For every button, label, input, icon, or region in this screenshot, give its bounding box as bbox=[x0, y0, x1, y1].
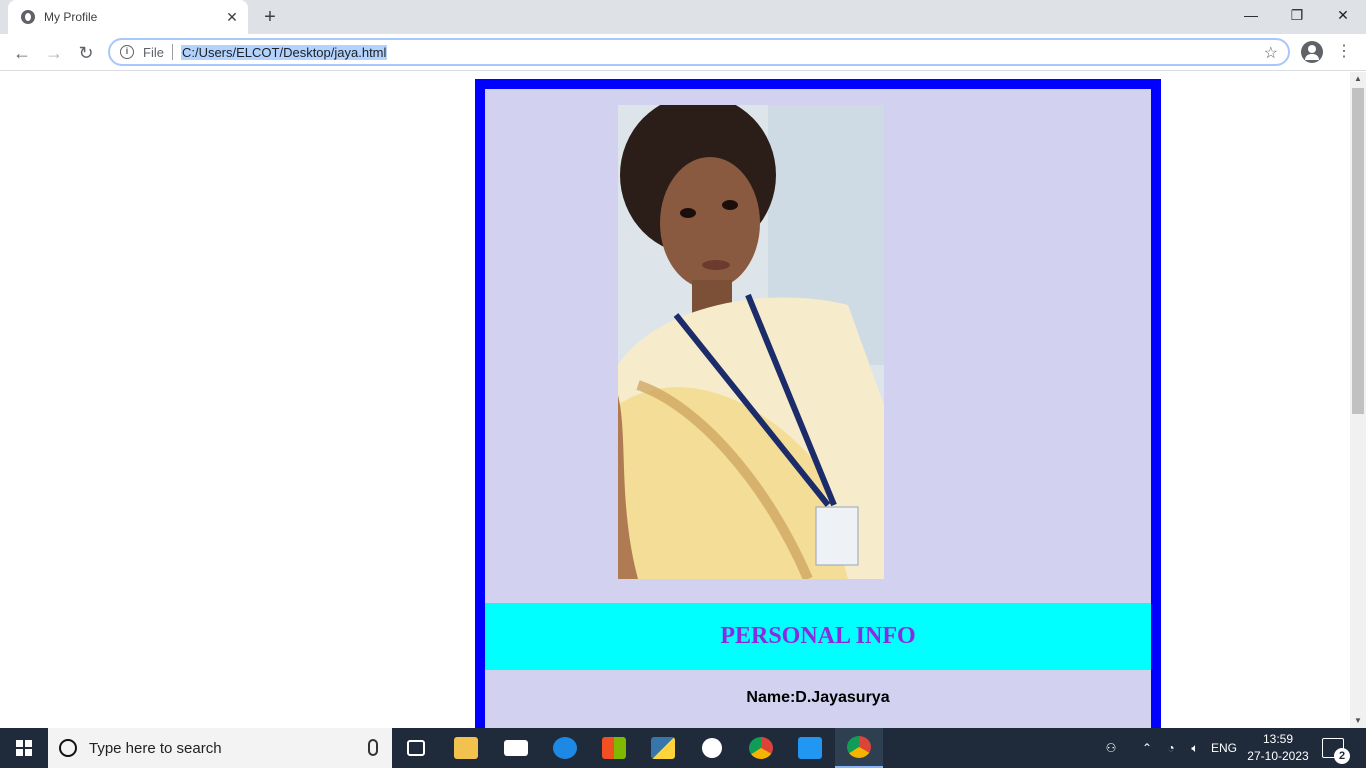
forward-button[interactable]: → bbox=[41, 40, 67, 66]
profile-photo bbox=[618, 105, 884, 579]
search-placeholder: Type here to search bbox=[89, 739, 222, 757]
scroll-down-icon[interactable]: ▼ bbox=[1350, 714, 1366, 728]
clock-time: 13:59 bbox=[1262, 732, 1294, 746]
microphone-icon[interactable] bbox=[368, 739, 378, 756]
scrollbar-thumb[interactable] bbox=[1352, 88, 1364, 414]
notification-center-icon[interactable]: 2 bbox=[1322, 738, 1350, 764]
profile-card: PERSONAL INFO Name:D.Jayasurya bbox=[475, 79, 1161, 728]
bookmark-star-icon[interactable]: ☆ bbox=[1264, 43, 1278, 63]
chrome-active-icon[interactable] bbox=[835, 728, 883, 768]
tab-title: My Profile bbox=[44, 10, 98, 24]
tab-strip: My Profile ✕ + — ❐ ✕ bbox=[0, 0, 1366, 34]
vscode-icon[interactable] bbox=[786, 728, 834, 768]
tab-my-profile[interactable]: My Profile ✕ bbox=[8, 0, 248, 34]
settings-icon[interactable] bbox=[688, 728, 736, 768]
windows-taskbar: Type here to search ⚇ ⌃ ◔ 🔈︎ ENG 13:59 2… bbox=[0, 728, 1366, 768]
vertical-scrollbar[interactable]: ▲ ▼ bbox=[1350, 72, 1366, 728]
people-icon[interactable]: ⚇ bbox=[1100, 728, 1122, 768]
new-tab-button[interactable]: + bbox=[258, 6, 282, 28]
address-scheme: File bbox=[143, 44, 164, 60]
start-button[interactable] bbox=[0, 728, 48, 768]
restore-button[interactable]: ❐ bbox=[1274, 0, 1320, 30]
back-button[interactable]: ← bbox=[9, 40, 35, 66]
windows-logo-icon bbox=[16, 740, 32, 756]
scroll-up-icon[interactable]: ▲ bbox=[1350, 72, 1366, 86]
address-bar[interactable]: i File C:/Users/ELCOT/Desktop/jaya.html … bbox=[108, 38, 1290, 66]
profile-photo-illustration bbox=[618, 105, 884, 579]
browser-toolbar: ← → ↻ i File C:/Users/ELCOT/Desktop/jaya… bbox=[0, 34, 1366, 71]
profile-avatar-icon[interactable] bbox=[1301, 41, 1323, 63]
store-icon[interactable] bbox=[590, 728, 638, 768]
page-viewport: PERSONAL INFO Name:D.Jayasurya bbox=[0, 72, 1350, 728]
address-url[interactable]: C:/Users/ELCOT/Desktop/jaya.html bbox=[180, 44, 388, 60]
tab-close-button[interactable]: ✕ bbox=[224, 9, 240, 25]
reload-button[interactable]: ↻ bbox=[73, 40, 99, 66]
browser-menu-button[interactable]: ⋮ bbox=[1336, 42, 1352, 62]
info-icon[interactable]: i bbox=[120, 45, 134, 59]
personal-info-heading: PERSONAL INFO bbox=[720, 623, 916, 649]
clock[interactable]: 13:59 27-10-2023 bbox=[1244, 731, 1312, 765]
network-icon[interactable]: ◔ bbox=[1160, 728, 1182, 768]
volume-icon[interactable]: 🔈︎ bbox=[1184, 728, 1206, 768]
language-indicator[interactable]: ENG bbox=[1208, 728, 1240, 768]
minimize-button[interactable]: — bbox=[1228, 0, 1274, 30]
mail-icon[interactable] bbox=[492, 728, 540, 768]
close-window-button[interactable]: ✕ bbox=[1320, 0, 1366, 30]
file-explorer-icon[interactable] bbox=[442, 728, 490, 768]
task-view-icon[interactable] bbox=[392, 728, 440, 768]
chrome-icon[interactable] bbox=[737, 728, 785, 768]
address-separator bbox=[171, 44, 173, 60]
cortana-icon bbox=[59, 739, 77, 757]
clock-date: 27-10-2023 bbox=[1247, 749, 1309, 763]
personal-info-band: PERSONAL INFO bbox=[485, 603, 1151, 670]
python-icon[interactable] bbox=[639, 728, 687, 768]
globe-icon bbox=[21, 10, 35, 24]
taskbar-search[interactable]: Type here to search bbox=[48, 728, 392, 768]
show-hidden-icons-icon[interactable]: ⌃ bbox=[1136, 728, 1158, 768]
name-line: Name:D.Jayasurya bbox=[746, 689, 890, 706]
edge-icon[interactable] bbox=[541, 728, 589, 768]
notification-count: 2 bbox=[1334, 748, 1350, 764]
